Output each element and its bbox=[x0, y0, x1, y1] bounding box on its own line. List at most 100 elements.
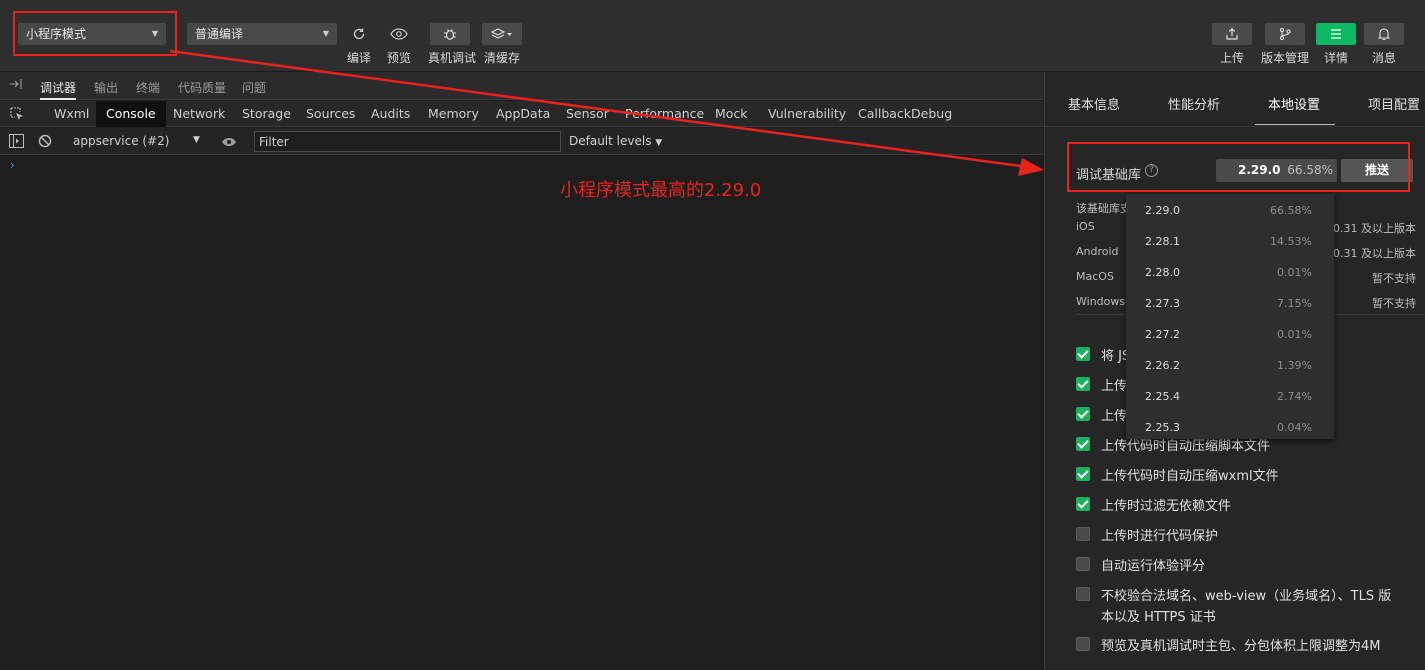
upload-button[interactable]: 上传 bbox=[1212, 23, 1252, 66]
platform-value: .0.31 及以上版本 bbox=[1329, 222, 1417, 235]
checkbox[interactable] bbox=[1076, 557, 1090, 571]
tab-audits[interactable]: Audits bbox=[361, 101, 420, 127]
active-tab-underline bbox=[1255, 124, 1335, 125]
dropdown-option[interactable]: 2.26.2 1.39% bbox=[1126, 349, 1334, 380]
context-select[interactable]: appservice (#2) bbox=[73, 134, 169, 148]
push-button[interactable]: 推送 bbox=[1341, 159, 1413, 182]
checkbox[interactable] bbox=[1076, 467, 1090, 481]
base-library-select[interactable]: 2.29.0 66.58% bbox=[1216, 159, 1337, 182]
checkbox[interactable] bbox=[1076, 587, 1090, 601]
dock-icon[interactable] bbox=[9, 78, 23, 93]
tab-callbackdebug[interactable]: CallbackDebug bbox=[848, 101, 962, 127]
details-button[interactable]: 详情 bbox=[1316, 23, 1356, 66]
sidebar-toggle-icon[interactable] bbox=[9, 134, 24, 151]
base-library-label: 调试基础库 bbox=[1076, 168, 1142, 183]
clear-console-icon[interactable] bbox=[38, 134, 52, 151]
option-percent: 2.74% bbox=[1277, 390, 1312, 403]
devtools-panel-tabs: Wxml Console Network Storage Sources Aud… bbox=[0, 101, 1044, 127]
messages-label: 消息 bbox=[1371, 51, 1396, 65]
refresh-icon bbox=[339, 23, 379, 45]
platform-value: .0.31 及以上版本 bbox=[1329, 247, 1417, 260]
upload-label: 上传 bbox=[1219, 51, 1244, 65]
tab-storage[interactable]: Storage bbox=[232, 101, 301, 127]
checkbox[interactable] bbox=[1076, 637, 1090, 651]
checkbox[interactable] bbox=[1076, 347, 1090, 361]
debugger-tabbar: 调试器 输出 终端 代码质量 问题 bbox=[0, 72, 1044, 100]
help-icon[interactable]: ? bbox=[1145, 164, 1158, 177]
remote-debug-button[interactable]: 真机调试 bbox=[428, 23, 476, 66]
dropdown-option[interactable]: 2.28.1 14.53% bbox=[1126, 225, 1334, 256]
checkbox-label: 上传 bbox=[1101, 379, 1128, 394]
tab-basic-info[interactable]: 基本信息 bbox=[1068, 94, 1120, 113]
layers-icon bbox=[482, 23, 522, 45]
devtools-panel: 调试器 输出 终端 代码质量 问题 Wxml Console Network S… bbox=[0, 72, 1044, 670]
compile-select-value: 普通编译 bbox=[195, 27, 244, 41]
option-version: 2.25.4 bbox=[1145, 390, 1180, 403]
tab-performance-analysis[interactable]: 性能分析 bbox=[1168, 94, 1220, 113]
tab-code-quality[interactable]: 代码质量 bbox=[178, 79, 226, 96]
messages-button[interactable]: 消息 bbox=[1364, 23, 1404, 66]
option-percent: 0.04% bbox=[1277, 421, 1312, 434]
tab-wxml[interactable]: Wxml bbox=[44, 101, 99, 127]
chevron-down-icon[interactable]: ▼ bbox=[193, 135, 200, 145]
checkbox[interactable] bbox=[1076, 497, 1090, 511]
dropdown-option[interactable]: 2.25.4 2.74% bbox=[1126, 380, 1334, 411]
tab-memory[interactable]: Memory bbox=[418, 101, 489, 127]
option-version: 2.27.3 bbox=[1145, 297, 1180, 310]
compile-button[interactable]: 编译 bbox=[339, 23, 379, 66]
tab-divider bbox=[1045, 126, 1425, 127]
tab-appdata[interactable]: AppData bbox=[486, 101, 560, 127]
tab-problems[interactable]: 问题 bbox=[242, 79, 266, 96]
dropdown-option[interactable]: 2.27.3 7.15% bbox=[1126, 287, 1334, 318]
dropdown-option[interactable]: 2.27.2 0.01% bbox=[1126, 318, 1334, 349]
checkbox-label-line2: 本以及 HTTPS 证书 bbox=[1101, 610, 1216, 625]
tab-performance[interactable]: Performance bbox=[615, 101, 714, 127]
tab-network[interactable]: Network bbox=[163, 101, 235, 127]
version-button[interactable]: 版本管理 bbox=[1257, 23, 1313, 66]
mode-select[interactable]: 小程序模式 ▼ bbox=[18, 23, 166, 45]
tab-console[interactable]: Console bbox=[96, 101, 166, 127]
option-percent: 0.01% bbox=[1277, 266, 1312, 279]
tab-mock[interactable]: Mock bbox=[705, 101, 758, 127]
checkbox-label: 自动运行体验评分 bbox=[1101, 559, 1206, 574]
tab-project-config[interactable]: 项目配置 bbox=[1368, 94, 1420, 113]
checkbox[interactable] bbox=[1076, 377, 1090, 391]
platform-label: Windows bbox=[1076, 295, 1126, 308]
dropdown-option[interactable]: 2.28.0 0.01% bbox=[1126, 256, 1334, 287]
tab-debugger[interactable]: 调试器 bbox=[40, 79, 76, 96]
levels-select[interactable]: Default levels ▼ bbox=[569, 134, 662, 148]
checkbox[interactable] bbox=[1076, 407, 1090, 421]
upload-icon bbox=[1212, 23, 1252, 45]
annotation-text: 小程序模式最高的2.29.0 bbox=[560, 180, 762, 201]
preview-label: 预览 bbox=[386, 51, 411, 65]
tab-terminal[interactable]: 终端 bbox=[136, 79, 160, 96]
tab-vulnerability[interactable]: Vulnerability bbox=[758, 101, 856, 127]
console-prompt[interactable]: › bbox=[10, 158, 15, 172]
checkbox-label: 上传时过滤无依赖文件 bbox=[1101, 499, 1232, 514]
compile-select[interactable]: 普通编译 ▼ bbox=[187, 23, 337, 45]
tab-local-settings[interactable]: 本地设置 bbox=[1268, 94, 1320, 113]
tab-output[interactable]: 输出 bbox=[94, 79, 118, 96]
tab-sources[interactable]: Sources bbox=[296, 101, 365, 127]
option-version: 2.28.1 bbox=[1145, 235, 1180, 248]
eye-icon[interactable] bbox=[221, 136, 237, 150]
preview-button[interactable]: 预览 bbox=[379, 23, 419, 66]
checkbox-label: 预览及真机调试时主包、分包体积上限调整为4M bbox=[1101, 639, 1381, 654]
option-percent: 14.53% bbox=[1270, 235, 1312, 248]
platform-label: Android bbox=[1076, 245, 1119, 258]
checkbox-label: 上传时进行代码保护 bbox=[1101, 529, 1219, 544]
inspect-icon[interactable] bbox=[2, 101, 32, 127]
option-version: 2.29.0 bbox=[1145, 204, 1180, 217]
filter-input[interactable] bbox=[254, 131, 561, 152]
platform-label: MacOS bbox=[1076, 270, 1114, 283]
bug-icon bbox=[430, 23, 470, 45]
mode-select-value: 小程序模式 bbox=[26, 27, 87, 41]
dropdown-option[interactable]: 2.25.3 0.04% bbox=[1126, 411, 1334, 439]
option-percent: 1.39% bbox=[1277, 359, 1312, 372]
checkbox[interactable] bbox=[1076, 437, 1090, 451]
dropdown-option[interactable]: 2.29.0 66.58% bbox=[1126, 194, 1334, 225]
tab-sensor[interactable]: Sensor bbox=[556, 101, 619, 127]
clear-cache-button[interactable]: 清缓存 bbox=[482, 23, 522, 66]
checkbox[interactable] bbox=[1076, 527, 1090, 541]
checkbox-label: 不校验合法域名、web-view（业务域名）、TLS 版 bbox=[1101, 589, 1392, 604]
